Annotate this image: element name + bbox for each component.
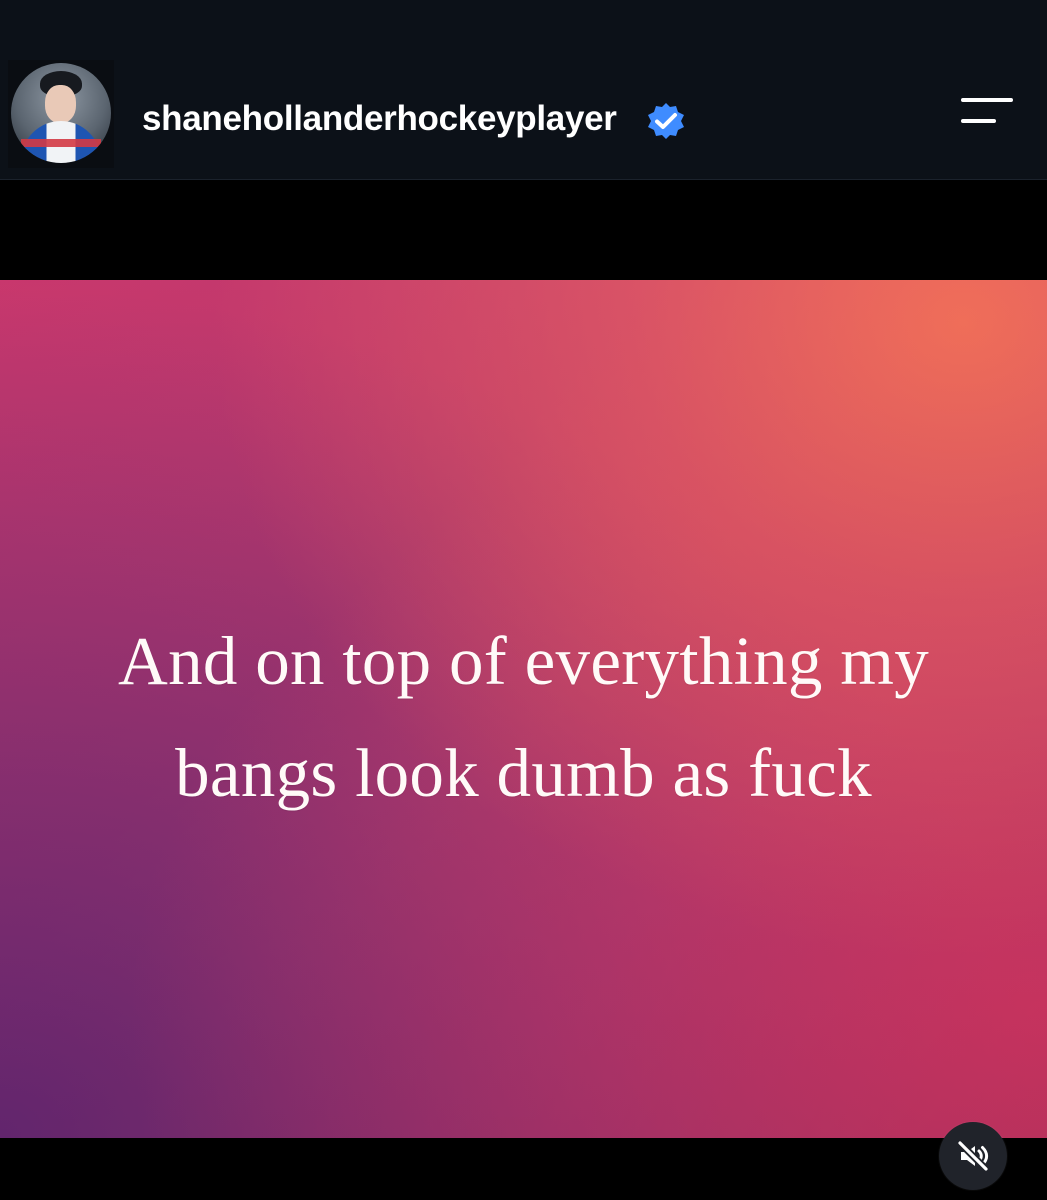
story-text-line-2: bangs look dumb as fuck: [175, 735, 872, 811]
profile-avatar[interactable]: [8, 60, 114, 168]
avatar-photo: [11, 63, 111, 163]
menu-line-top: [961, 98, 1013, 102]
instagram-story-screenshot: shanehollanderhockeyplayer And on top of…: [0, 0, 1047, 1200]
mute-button[interactable]: [939, 1122, 1007, 1190]
muted-speaker-icon: [956, 1139, 990, 1173]
verified-badge-icon: [648, 103, 684, 139]
story-text: And on top of everything my bangs look d…: [0, 605, 1047, 829]
story-bottom-bar: [0, 1138, 1047, 1200]
story-text-line-1: And on top of everything my: [117, 623, 930, 699]
menu-line-bottom: [961, 119, 996, 123]
profile-header: shanehollanderhockeyplayer: [0, 0, 1047, 180]
story-top-spacer: [0, 180, 1047, 280]
avatar-face: [45, 85, 76, 123]
profile-username[interactable]: shanehollanderhockeyplayer: [142, 99, 617, 139]
avatar-jersey-stripe: [21, 139, 101, 147]
menu-button[interactable]: [955, 95, 1017, 129]
story-card[interactable]: And on top of everything my bangs look d…: [0, 280, 1047, 1138]
